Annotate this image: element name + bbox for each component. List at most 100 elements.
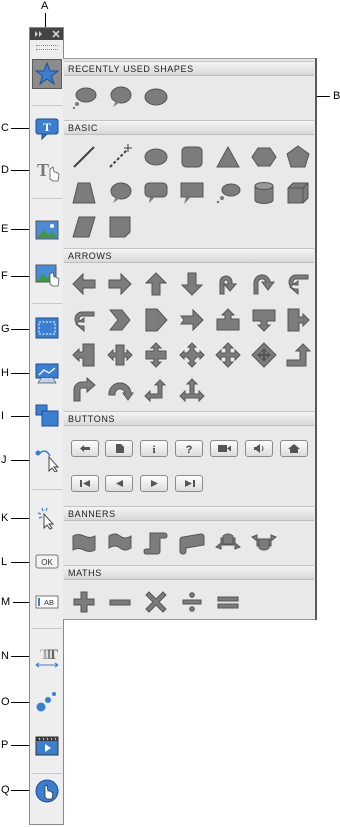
shape-left-up-arrow[interactable] [142, 376, 170, 404]
shape-cube[interactable] [284, 179, 312, 207]
shape-line[interactable] [70, 143, 98, 171]
shape-bent-arrow[interactable] [70, 376, 98, 404]
button-home[interactable] [280, 440, 308, 457]
zoom-area-tool-button[interactable] [34, 360, 60, 386]
ellipse-icon [144, 88, 168, 106]
mouse-tool-button[interactable] [34, 446, 60, 473]
shape-arrow-left[interactable] [70, 270, 98, 298]
button-first[interactable] [71, 475, 99, 492]
shape-circular-arrow[interactable] [106, 376, 134, 404]
shape-cylinder[interactable] [250, 179, 278, 207]
animation-tool-button[interactable] [34, 689, 60, 715]
shape-rect-callout[interactable] [178, 179, 206, 207]
shape-left-arrow-callout[interactable] [70, 341, 98, 369]
expand-icon[interactable] [35, 31, 42, 37]
shape-trapezoid[interactable] [70, 179, 98, 207]
button-back[interactable] [71, 440, 99, 457]
button-previous[interactable] [105, 475, 133, 492]
text-caption-tool-button[interactable]: T [34, 116, 60, 142]
shape-up-down-arrow-callout[interactable] [142, 341, 170, 369]
shape-hexagon[interactable] [250, 143, 278, 171]
shape-down-arrow-callout[interactable] [250, 306, 278, 334]
button-tool-button[interactable]: OK [34, 549, 60, 575]
up-down-arrow-callout-icon [145, 342, 167, 368]
shape-quad-arrow-callout[interactable] [178, 341, 206, 369]
text-caption-icon: T [35, 118, 59, 141]
image-tool-button[interactable] [34, 217, 60, 243]
shape-pentagon[interactable] [284, 143, 312, 171]
shape-ribbon-down[interactable] [250, 529, 278, 557]
button-help[interactable]: ? [175, 440, 203, 457]
shape-arrow-curved-up[interactable] [250, 270, 278, 298]
rollover-caption-tool-button[interactable]: T [34, 157, 60, 183]
button-audio[interactable] [245, 440, 273, 457]
shape-horizontal-scroll[interactable] [178, 529, 206, 557]
shape-oval-callout-2[interactable] [106, 179, 134, 207]
shape-minus[interactable] [106, 588, 134, 616]
shape-equal[interactable] [214, 588, 242, 616]
svg-text:AB: AB [44, 598, 54, 607]
shape-divide[interactable] [178, 588, 206, 616]
shape-triangle[interactable] [214, 143, 242, 171]
shape-arrow-down[interactable] [178, 270, 206, 298]
shape-snipped-rectangle[interactable] [106, 213, 134, 241]
shape-arrow-curved-back[interactable] [70, 306, 98, 334]
shape-arrow-up[interactable] [142, 270, 170, 298]
text-animation-tool-button[interactable]: T T T [34, 643, 60, 669]
shape-multiply[interactable] [142, 588, 170, 616]
button-info[interactable]: i [140, 440, 168, 457]
rollover-slidelet-tool-button[interactable] [34, 403, 60, 429]
shape-up-arrow-callout[interactable] [214, 306, 242, 334]
shape-notched-arrow[interactable] [178, 306, 206, 334]
text-entry-icon: AB [35, 595, 59, 609]
button-next[interactable] [140, 475, 168, 492]
shape-left-right-arrow-callout[interactable] [106, 341, 134, 369]
shape-plus[interactable] [70, 588, 98, 616]
button-last[interactable] [175, 475, 203, 492]
rollover-image-icon [35, 264, 60, 287]
close-icon[interactable] [52, 30, 60, 38]
shape-pentagon-arrow[interactable] [142, 306, 170, 334]
shape-flag-banner[interactable] [106, 529, 134, 557]
shape-rounded-callout[interactable] [142, 179, 170, 207]
shape-wave-banner[interactable] [70, 529, 98, 557]
shape-vertical-scroll[interactable] [142, 529, 170, 557]
toolbar-header [30, 28, 63, 40]
shape-rounded-rectangle[interactable] [178, 143, 206, 171]
shape-thought-cloud[interactable] [70, 83, 98, 111]
video-tool-button[interactable] [34, 733, 60, 759]
shape-parallelogram[interactable] [70, 213, 98, 241]
shape-ellipse[interactable] [142, 83, 170, 111]
flag-banner-icon [108, 533, 132, 551]
play-back-icon [116, 480, 123, 487]
click-box-tool-button[interactable] [34, 505, 60, 531]
highlight-box-tool-button[interactable] [34, 315, 60, 341]
button-video[interactable] [210, 440, 238, 457]
callout-label: G [1, 323, 10, 335]
shapes-tool-button[interactable] [32, 59, 62, 89]
shape-quad-arrow[interactable] [214, 341, 242, 369]
button-document[interactable] [105, 440, 133, 457]
text-animation-icon: T T T [35, 647, 59, 668]
rollover-image-tool-button[interactable] [34, 262, 60, 288]
shape-arrow-right[interactable] [106, 270, 134, 298]
shape-bent-up-arrow[interactable] [284, 341, 312, 369]
shape-oval-callout[interactable] [106, 83, 134, 111]
shape-cloud-callout[interactable] [214, 179, 242, 207]
shape-arrow-u-turn[interactable] [214, 270, 242, 298]
shape-right-arrow-callout[interactable] [284, 306, 312, 334]
callout-label: L [1, 556, 8, 568]
text-entry-box-tool-button[interactable]: AB [34, 589, 60, 615]
shape-left-right-up-arrow[interactable] [178, 376, 206, 404]
shape-oval[interactable] [142, 143, 170, 171]
shape-chevron[interactable] [106, 306, 134, 334]
shape-arrow-curved-left[interactable] [284, 270, 312, 298]
rounded-callout-icon [144, 182, 168, 203]
left-arrow-callout-icon [72, 343, 95, 367]
shape-ribbon-up[interactable] [214, 529, 242, 557]
panel-scroll-edge[interactable] [315, 58, 317, 620]
interaction-tool-button[interactable] [34, 778, 60, 804]
shape-diamond-arrow[interactable] [250, 341, 278, 369]
toolbar-grip[interactable] [36, 45, 58, 50]
shape-dashed-line[interactable] [106, 143, 134, 171]
